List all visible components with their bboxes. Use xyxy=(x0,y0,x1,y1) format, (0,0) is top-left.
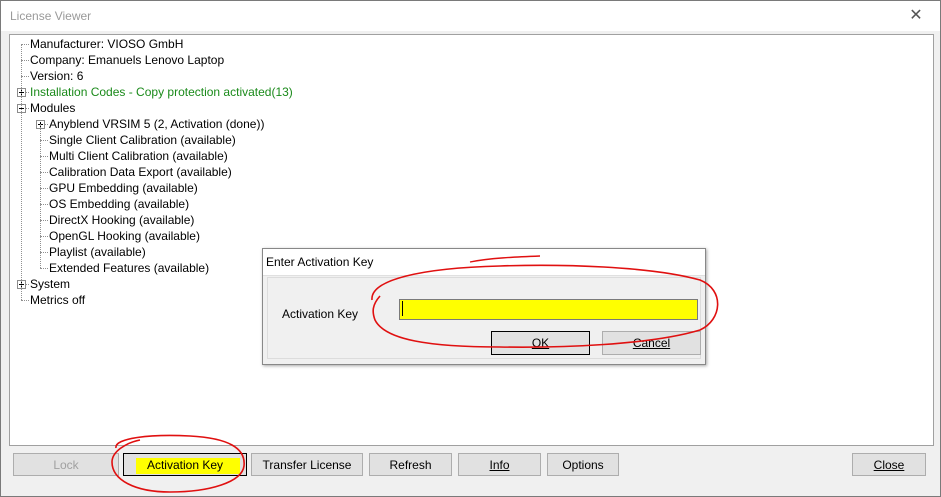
info-button[interactable]: Info xyxy=(458,453,541,476)
tree-item[interactable]: Anyblend VRSIM 5 (2, Activation (done)) xyxy=(49,116,264,132)
tree-item[interactable]: Calibration Data Export (available) xyxy=(49,164,232,180)
activation-key-label: Activation Key xyxy=(146,458,224,472)
tree-item[interactable]: Company: Emanuels Lenovo Laptop xyxy=(30,52,224,68)
cancel-label: Cancel xyxy=(632,336,671,350)
tree-connector xyxy=(40,124,41,268)
tree-item[interactable]: OpenGL Hooking (available) xyxy=(49,228,200,244)
tree-item[interactable]: Multi Client Calibration (available) xyxy=(49,148,228,164)
tree-item[interactable]: GPU Embedding (available) xyxy=(49,180,198,196)
tree-connector xyxy=(40,140,48,141)
close-label: Close xyxy=(873,458,905,472)
options-label: Options xyxy=(562,458,604,472)
tree-item[interactable]: Installation Codes - Copy protection act… xyxy=(30,84,293,100)
activation-key-field-label: Activation Key xyxy=(282,307,359,321)
tree-connector xyxy=(40,188,48,189)
tree-connector xyxy=(40,172,48,173)
tree-item[interactable]: DirectX Hooking (available) xyxy=(49,212,194,228)
transfer-license-button[interactable]: Transfer License xyxy=(251,453,363,476)
tree-connector xyxy=(40,204,48,205)
refresh-label: Refresh xyxy=(389,458,432,472)
tree-connector xyxy=(21,300,29,301)
title-bar: License Viewer ✕ xyxy=(1,1,940,31)
tree-item[interactable]: Playlist (available) xyxy=(49,244,146,260)
tree-connector xyxy=(21,60,29,61)
options-button[interactable]: Options xyxy=(547,453,619,476)
tree-connector xyxy=(40,268,48,269)
tree-connector xyxy=(40,220,48,221)
tree-item[interactable]: Single Client Calibration (available) xyxy=(49,132,236,148)
tree-connector xyxy=(40,252,48,253)
tree-item[interactable]: Modules xyxy=(30,100,75,116)
tree-connector xyxy=(40,156,48,157)
tree-item[interactable]: Extended Features (available) xyxy=(49,260,209,276)
ok-label: OK xyxy=(531,336,550,350)
dialog-body: Activation Key OK Cancel xyxy=(267,277,701,359)
activation-key-button[interactable]: Activation Key xyxy=(123,453,247,476)
tree-item[interactable]: Version: 6 xyxy=(30,68,83,84)
tree-connector xyxy=(40,236,48,237)
lock-button[interactable]: Lock xyxy=(13,453,119,476)
lock-label: Lock xyxy=(53,458,79,472)
cancel-button[interactable]: Cancel xyxy=(602,331,701,355)
activation-key-dialog: Enter Activation Key Activation Key OK C… xyxy=(262,248,706,365)
activation-key-input[interactable] xyxy=(399,299,698,320)
tree-item[interactable]: System xyxy=(30,276,70,292)
tree-connector xyxy=(21,44,29,45)
license-tree[interactable]: Manufacturer: VIOSO GmbH Company: Emanuel… xyxy=(9,34,934,446)
tree-connector xyxy=(21,76,29,77)
dialog-title: Enter Activation Key xyxy=(266,255,374,269)
tree-item[interactable]: Manufacturer: VIOSO GmbH xyxy=(30,36,183,52)
tree-item[interactable]: OS Embedding (available) xyxy=(49,196,189,212)
tree-connector xyxy=(21,44,22,300)
transfer-license-label: Transfer License xyxy=(262,458,352,472)
info-label: Info xyxy=(489,458,510,472)
close-icon[interactable]: ✕ xyxy=(905,6,927,26)
window-title: License Viewer xyxy=(10,9,92,23)
ok-button[interactable]: OK xyxy=(491,331,590,355)
tree-item[interactable]: Metrics off xyxy=(30,292,85,308)
refresh-button[interactable]: Refresh xyxy=(369,453,452,476)
close-button[interactable]: Close xyxy=(852,453,926,476)
text-caret xyxy=(402,301,403,316)
dialog-title-bar: Enter Activation Key xyxy=(263,249,705,276)
